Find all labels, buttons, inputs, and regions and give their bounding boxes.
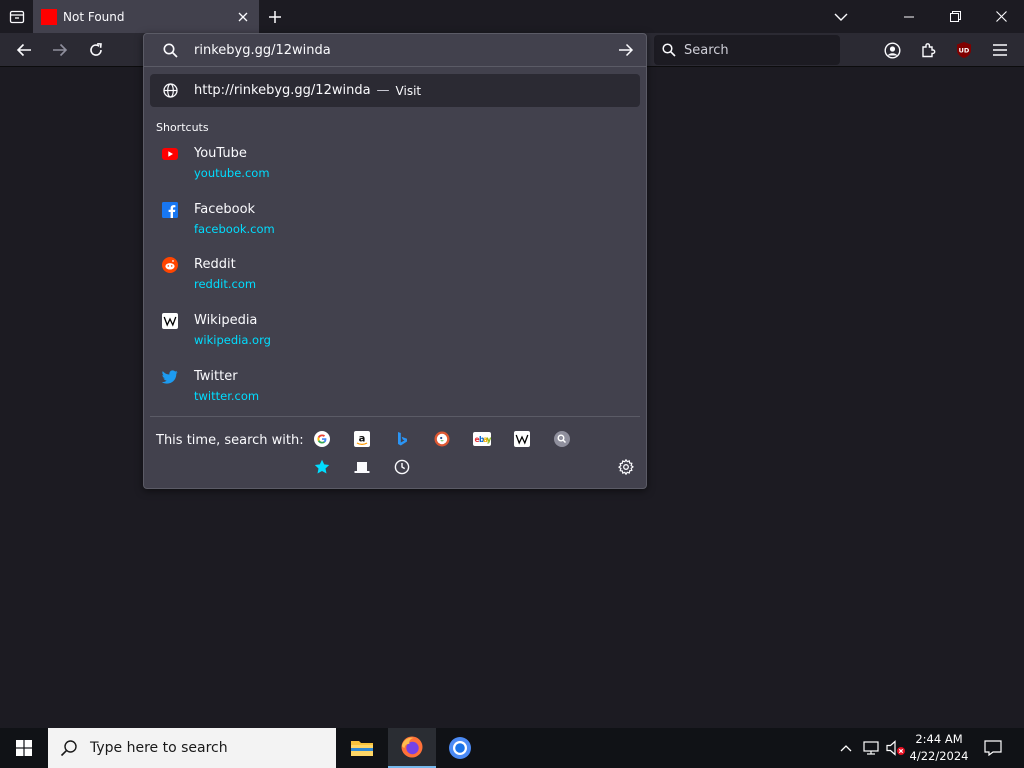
visit-result-separator: — [376,83,390,98]
new-tab-icon[interactable] [262,0,288,33]
amazon-icon[interactable]: a [352,429,372,449]
shortcuts-heading: Shortcuts [156,121,209,134]
search-icon [163,43,178,58]
search-settings-gear-icon[interactable] [616,457,636,477]
shortcut-url: facebook.com [194,222,275,236]
clock-date: 4/22/2024 [909,749,969,763]
shortcut-facebook[interactable]: Facebook facebook.com [150,196,640,248]
twitter-icon [162,369,178,385]
shortcut-wikipedia[interactable]: Wikipedia wikipedia.org [150,307,640,359]
shortcut-title: Facebook [194,202,256,217]
tab-favicon [41,8,57,25]
account-icon[interactable] [877,35,907,65]
shortcut-url: twitter.com [194,389,260,403]
close-tab-icon[interactable] [231,5,255,29]
shortcut-title: Wikipedia [194,313,258,328]
urlbar-typed-text[interactable]: rinkebyg.gg/12winda [194,43,618,58]
oneoff-search-label: This time, search with: [156,433,304,448]
clock-time: 2:44 AM [915,732,963,746]
urlbar-popup: rinkebyg.gg/12winda http://rinkebyg.gg/1… [143,33,647,489]
taskbar-search-placeholder: Type here to search [90,740,228,756]
visit-result[interactable]: http://rinkebyg.gg/12winda — Visit [150,74,640,107]
back-arrow-icon[interactable] [9,35,39,65]
globe-icon [163,83,178,98]
urlbar-input[interactable]: rinkebyg.gg/12winda [144,34,646,67]
menu-hamburger-icon[interactable] [985,35,1015,65]
shortcut-reddit[interactable]: Reddit reddit.com [150,251,640,303]
shortcut-url: wikipedia.org [194,333,271,347]
visit-result-url: http://rinkebyg.gg/12winda [194,83,371,98]
minimize-icon[interactable] [886,0,932,33]
search-icon [662,43,676,57]
wikipedia-icon [162,313,178,329]
chrome-taskbar-icon[interactable] [436,728,484,768]
shortcut-youtube[interactable]: YouTube youtube.com [150,140,640,192]
svg-text:y: y [487,435,492,444]
restore-icon[interactable] [932,0,978,33]
windows-taskbar: Type here to search 2:44 AM 4/22/2024 [0,728,1024,768]
file-explorer-icon[interactable] [338,728,386,768]
visit-result-action: Visit [395,83,422,98]
youtube-icon [162,146,178,162]
tab-title: Not Found [63,9,125,24]
shortcut-title: Reddit [194,257,236,272]
ublock-badge-text: UD [959,47,970,55]
svg-text:a: a [359,434,366,445]
list-all-tabs-icon[interactable] [826,0,856,33]
ebay-icon[interactable]: ebay [472,429,492,449]
wikipedia-search-icon[interactable] [512,429,532,449]
bookmarks-star-icon[interactable] [312,457,332,477]
history-clock-icon[interactable] [392,457,412,477]
go-arrow-icon[interactable] [618,43,634,57]
tabs-icon[interactable] [352,457,372,477]
search-icon [60,740,77,757]
facebook-icon [162,202,178,218]
taskbar-search-box[interactable]: Type here to search [48,728,336,768]
reload-icon[interactable] [81,35,111,65]
search-engine-icon[interactable] [552,429,572,449]
reddit-icon [162,257,178,273]
shortcut-title: YouTube [194,146,247,161]
ublock-origin-icon[interactable]: UD [949,35,979,65]
forward-arrow-icon[interactable] [45,35,75,65]
duckduckgo-icon[interactable] [432,429,452,449]
close-window-icon[interactable] [978,0,1024,33]
google-icon[interactable] [312,429,332,449]
shortcut-twitter[interactable]: Twitter twitter.com [150,363,640,415]
firefox-view-icon[interactable] [0,0,33,33]
notifications-icon[interactable] [978,728,1008,768]
show-hidden-icons-chevron-icon[interactable] [836,728,856,768]
tab-not-found[interactable]: Not Found [33,0,259,33]
windows-start-icon[interactable] [0,728,48,768]
popup-divider [150,416,640,417]
shortcut-url: reddit.com [194,277,257,291]
bing-icon[interactable] [392,429,412,449]
title-bar: Not Found [0,0,1024,33]
shortcut-title: Twitter [194,369,238,384]
network-icon[interactable] [860,728,882,768]
extensions-icon[interactable] [913,35,943,65]
search-bar-placeholder: Search [684,42,729,58]
search-bar[interactable]: Search [654,35,840,65]
shortcut-url: youtube.com [194,166,270,180]
firefox-taskbar-icon[interactable] [388,728,436,768]
taskbar-clock[interactable]: 2:44 AM 4/22/2024 [900,731,978,765]
